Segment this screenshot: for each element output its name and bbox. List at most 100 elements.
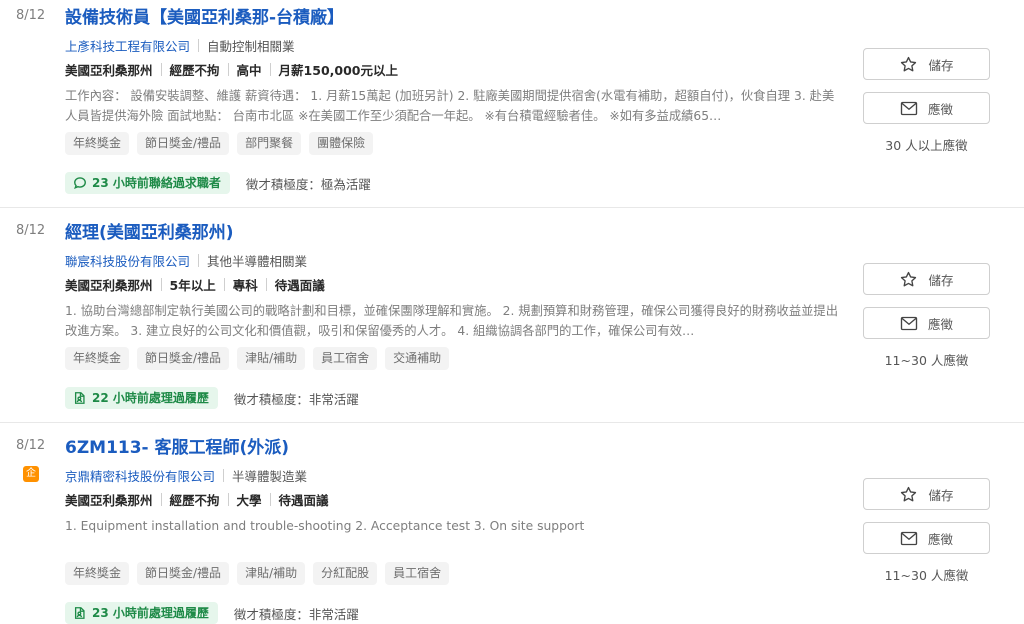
job-description: 1. 協助台灣總部制定執行美國公司的戰略計劃和目標，並確保團隊理解和實施。 2.… — [65, 304, 839, 338]
job-meta: 美國亞利桑那州 5年以上 專科 待遇面議 — [65, 275, 325, 294]
benefit-tag[interactable]: 節日獎金/禮品 — [137, 347, 230, 370]
divider — [223, 469, 225, 482]
benefit-tags: 年終獎金 節日獎金/禮品 部門聚餐 團體保險 — [65, 132, 374, 155]
company-line: 聯宸科技股份有限公司 其他半導體相關業 — [65, 251, 307, 270]
apply-label: 應徵 — [927, 102, 953, 117]
activity-line: 23 小時前處理過履歷 徵才積極度：非常活躍 — [65, 602, 359, 624]
industry-label: 半導體製造業 — [232, 469, 308, 484]
apply-button[interactable]: 應徵 — [863, 92, 990, 124]
mail-icon — [900, 531, 918, 545]
benefit-tag[interactable]: 團體保險 — [309, 132, 374, 155]
resume-icon — [74, 607, 85, 619]
recent-contact-text: 23 小時前聯絡過求職者 — [92, 176, 221, 190]
meta-item: 美國亞利桑那州 — [65, 63, 153, 78]
save-label: 儲存 — [928, 58, 954, 73]
divider — [227, 63, 229, 76]
meta-item: 經歷不拘 — [169, 63, 220, 78]
posted-date: 8/12 — [16, 8, 46, 23]
recent-contact-text: 22 小時前處理過履歷 — [92, 391, 209, 405]
save-label: 儲存 — [928, 488, 954, 503]
star-icon — [901, 56, 917, 71]
meta-item: 經歷不拘 — [169, 493, 220, 508]
benefit-tag[interactable]: 節日獎金/禮品 — [137, 132, 230, 155]
benefit-tag[interactable]: 員工宿舍 — [313, 347, 378, 370]
save-button[interactable]: 儲存 — [863, 478, 990, 510]
meta-item: 美國亞利桑那州 — [65, 278, 153, 293]
job-meta: 美國亞利桑那州 經歷不拘 高中 月薪150,000元以上 — [65, 60, 398, 79]
meta-item: 待遇面議 — [274, 278, 325, 293]
apply-button[interactable]: 應徵 — [863, 522, 990, 554]
benefit-tag[interactable]: 交通補助 — [385, 347, 450, 370]
recent-contact-text: 23 小時前處理過履歷 — [92, 606, 209, 620]
divider — [198, 254, 200, 267]
benefit-tags: 年終獎金 節日獎金/禮品 津貼/補助 分紅配股 員工宿舍 — [65, 562, 450, 585]
applicant-count: 30 人以上應徵 — [885, 138, 968, 153]
posted-date: 8/12 — [16, 438, 46, 453]
company-line: 上彥科技工程有限公司 自動控制相關業 — [65, 36, 295, 55]
posted-date: 8/12 — [16, 223, 46, 238]
save-button[interactable]: 儲存 — [863, 48, 990, 80]
divider — [227, 493, 229, 506]
applicant-count: 11~30 人應徵 — [884, 353, 969, 368]
benefit-tag[interactable]: 分紅配股 — [313, 562, 378, 585]
divider — [269, 493, 271, 506]
meta-item: 大學 — [236, 493, 262, 508]
job-title-link[interactable]: 設備技術員【美國亞利桑那-台積廠】 — [65, 3, 344, 28]
benefit-tags: 年終獎金 節日獎金/禮品 津貼/補助 員工宿舍 交通補助 — [65, 347, 450, 370]
benefit-tag[interactable]: 年終獎金 — [65, 347, 130, 370]
recent-contact-badge: 23 小時前處理過履歷 — [65, 602, 218, 624]
job-title-link[interactable]: 6ZM113- 客服工程師(外派) — [65, 433, 289, 458]
recent-contact-badge: 22 小時前處理過履歷 — [65, 387, 218, 409]
mail-icon — [900, 101, 918, 115]
apply-label: 應徵 — [927, 532, 953, 547]
hiring-activity: 徵才積極度：非常活躍 — [233, 391, 359, 407]
company-link[interactable]: 京鼎精密科技股份有限公司 — [65, 466, 215, 485]
divider — [160, 278, 162, 291]
benefit-tag[interactable]: 年終獎金 — [65, 132, 130, 155]
star-icon — [901, 486, 917, 501]
chat-icon — [74, 177, 86, 189]
job-divider — [0, 422, 1024, 423]
meta-item: 5年以上 — [169, 278, 216, 293]
job-divider — [0, 207, 1024, 208]
job-title-link[interactable]: 經理(美國亞利桑那州) — [65, 218, 234, 243]
mail-icon — [900, 316, 918, 330]
benefit-tag[interactable]: 員工宿舍 — [385, 562, 450, 585]
hiring-activity: 徵才積極度：非常活躍 — [233, 606, 359, 622]
meta-item: 待遇面議 — [278, 493, 329, 508]
job-meta: 美國亞利桑那州 經歷不拘 大學 待遇面議 — [65, 490, 329, 509]
benefit-tag[interactable]: 津貼/補助 — [237, 347, 306, 370]
company-line: 京鼎精密科技股份有限公司 半導體製造業 — [65, 466, 307, 485]
meta-item: 美國亞利桑那州 — [65, 493, 153, 508]
job-description: 1. Equipment installation and trouble-sh… — [65, 519, 585, 533]
activity-line: 23 小時前聯絡過求職者 徵才積極度：極為活躍 — [65, 172, 371, 194]
job-description: 工作內容： 設備安裝調整、維護 薪資待遇： 1. 月薪15萬起 (加班另計) 2… — [65, 89, 835, 123]
benefit-tag[interactable]: 年終獎金 — [65, 562, 130, 585]
benefit-tag[interactable]: 節日獎金/禮品 — [137, 562, 230, 585]
activity-line: 22 小時前處理過履歷 徵才積極度：非常活躍 — [65, 387, 359, 409]
divider — [198, 39, 200, 52]
industry-label: 自動控制相關業 — [207, 39, 295, 54]
applicant-count: 11~30 人應徵 — [884, 568, 969, 583]
meta-item: 月薪150,000元以上 — [278, 63, 398, 78]
industry-label: 其他半導體相關業 — [207, 254, 308, 269]
resume-icon — [74, 392, 85, 404]
meta-item: 專科 — [232, 278, 258, 293]
divider — [223, 278, 225, 291]
divider — [265, 278, 267, 291]
benefit-tag[interactable]: 部門聚餐 — [237, 132, 302, 155]
enterprise-badge: 企 — [23, 466, 39, 482]
recent-contact-badge: 23 小時前聯絡過求職者 — [65, 172, 230, 194]
save-label: 儲存 — [928, 273, 954, 288]
star-icon — [901, 271, 917, 286]
divider — [160, 63, 162, 76]
apply-button[interactable]: 應徵 — [863, 307, 990, 339]
save-button[interactable]: 儲存 — [863, 263, 990, 295]
company-link[interactable]: 聯宸科技股份有限公司 — [65, 251, 190, 270]
apply-label: 應徵 — [927, 317, 953, 332]
divider — [269, 63, 271, 76]
hiring-activity: 徵才積極度：極為活躍 — [245, 176, 371, 192]
benefit-tag[interactable]: 津貼/補助 — [237, 562, 306, 585]
divider — [160, 493, 162, 506]
company-link[interactable]: 上彥科技工程有限公司 — [65, 36, 190, 55]
